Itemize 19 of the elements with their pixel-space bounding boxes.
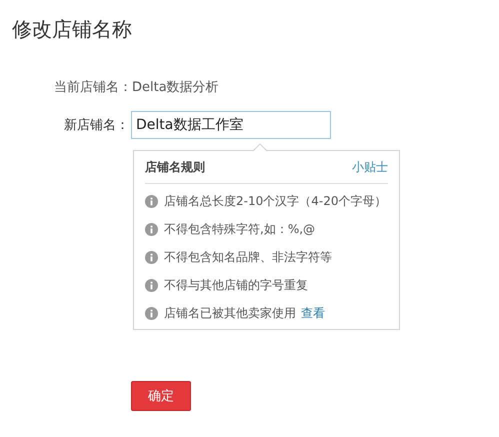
rule-text: 不得包含特殊字符,如：%,@ bbox=[164, 220, 316, 238]
page-title: 修改店铺名称 bbox=[12, 16, 132, 43]
name-input-field[interactable]: Delta数据工作室 bbox=[131, 111, 331, 139]
view-link[interactable]: 查看 bbox=[301, 304, 325, 322]
info-icon bbox=[145, 306, 158, 320]
confirm-button[interactable]: 确定 bbox=[131, 381, 191, 411]
rule-text: 不得包含知名品牌、非法字符等 bbox=[164, 248, 332, 266]
field-label: 当前店铺名： bbox=[53, 79, 132, 96]
rule-text: 店铺名已被其他卖家使用 bbox=[164, 304, 296, 322]
current-name: Delta数据分析 bbox=[132, 79, 219, 96]
rule-text: 店铺名总长度2-10个汉字（4-20个字母） bbox=[164, 192, 386, 210]
rule-text: 不得与其他店铺的字号重复 bbox=[164, 276, 308, 294]
field-label: 新店铺名： bbox=[63, 117, 129, 134]
info-icon bbox=[145, 278, 158, 292]
info-icon bbox=[145, 250, 158, 264]
info-icon bbox=[145, 194, 158, 208]
info-icon bbox=[145, 222, 158, 236]
popover-title: 店铺名规则 bbox=[145, 158, 205, 176]
tips-link[interactable]: 小贴士 bbox=[352, 158, 388, 176]
